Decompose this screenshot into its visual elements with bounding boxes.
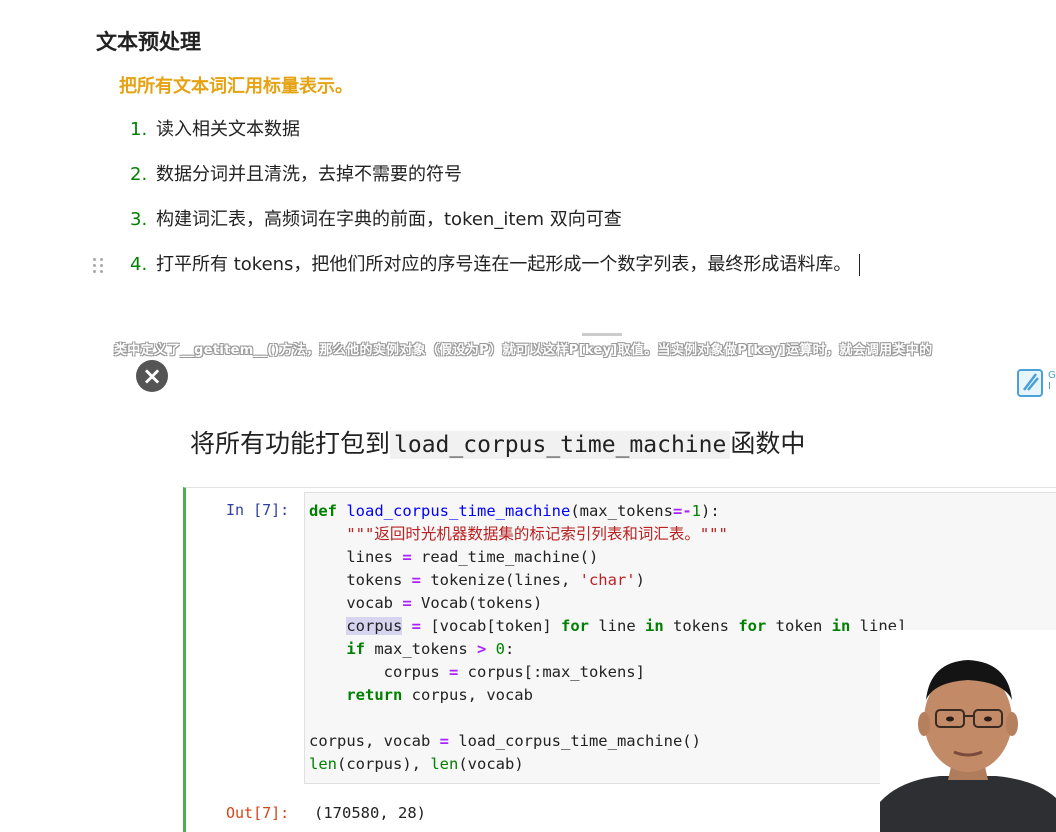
section-subheading: 把所有文本词汇用标量表示。 xyxy=(119,76,353,97)
list-item[interactable]: 4. 打平所有 tokens，把他们所对应的序号连在一起形成一个数字列表，最终形成… xyxy=(130,253,861,298)
close-button[interactable]: × xyxy=(136,360,168,392)
slide-title: 将所有功能打包到 load_corpus_time_machine 函数中 xyxy=(190,429,806,459)
text-cursor xyxy=(859,254,861,276)
function-name-chip: load_corpus_time_machine xyxy=(390,431,731,459)
subtitle-smudge xyxy=(582,333,622,336)
subtitle-text: 类中定义了__getitem__()方法，那么他的实例对象（假设为P）就可以这样… xyxy=(114,343,933,358)
output-value: (170580, 28) xyxy=(314,804,426,822)
video-overlay[interactable]: 类中定义了__getitem__()方法，那么他的实例对象（假设为P）就可以这样… xyxy=(0,330,1056,832)
list-item[interactable]: 1. 读入相关文本数据 xyxy=(130,118,860,163)
list-item[interactable]: 2. 数据分词并且清洗，去掉不需要的符号 xyxy=(130,163,860,208)
steps-list: 1. 读入相关文本数据 2. 数据分词并且清洗，去掉不需要的符号 3. 构建词汇表，高… xyxy=(130,118,861,298)
presenter-webcam xyxy=(880,630,1056,832)
section-heading: 文本预处理 xyxy=(96,30,201,54)
input-prompt: In [7]: xyxy=(226,501,290,519)
app-logo-icon xyxy=(1017,369,1043,397)
drag-handle-icon[interactable] xyxy=(92,257,108,273)
list-item[interactable]: 3. 构建词汇表，高频词在字典的前面，token_item 双向可查 xyxy=(130,208,860,253)
logo-letters: GI xyxy=(1048,370,1056,392)
close-icon: × xyxy=(141,362,163,390)
code-block[interactable]: def load_corpus_time_machine(max_tokens=… xyxy=(309,500,906,776)
output-prompt: Out[7]: xyxy=(226,804,290,822)
subtitle-bar: 类中定义了__getitem__()方法，那么他的实例对象（假设为P）就可以这样… xyxy=(0,330,1056,364)
